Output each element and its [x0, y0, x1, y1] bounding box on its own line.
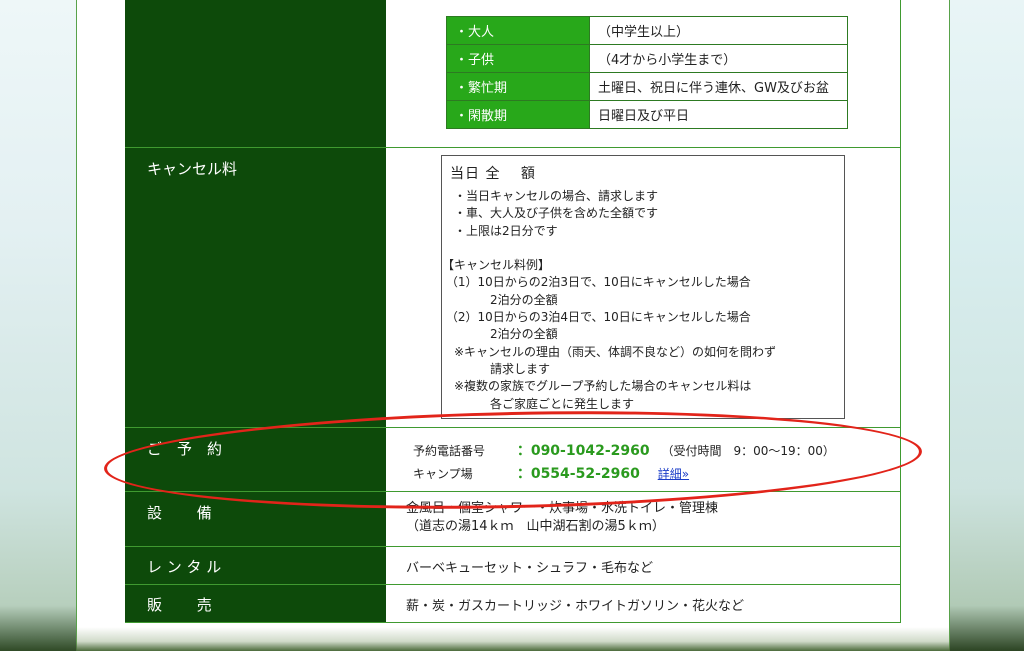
cancel-line	[442, 240, 844, 257]
cancel-line: 2泊分の全額	[442, 292, 558, 307]
cancel-line: 2泊分の全額	[442, 327, 558, 342]
cancel-line: ・当日キャンセルの場合、請求します	[442, 189, 659, 203]
facilities-label-text: 設 備	[147, 504, 212, 522]
sales-content: 薪・炭・ガスカートリッジ・ホワイトガソリン・花火など	[386, 585, 901, 622]
rate-value: （4才から小学生まで）	[589, 44, 848, 73]
sales-row: 販 売 薪・炭・ガスカートリッジ・ホワイトガソリン・花火など	[125, 585, 901, 623]
cancel-line: （1）10日からの2泊3日で、10日にキャンセルした場合	[442, 275, 751, 290]
rate-key: ・大人	[446, 16, 590, 45]
table-row: ・子供 （4才から小学生まで）	[446, 44, 848, 73]
rates-row-label	[125, 0, 386, 147]
cancel-line: ※複数の家族でグループ予約した場合のキャンセル料は	[442, 379, 752, 394]
camp-phone-number[interactable]: ：0554-52-2960	[517, 466, 640, 482]
facilities-line: 金風呂・個室シャワー・炊事場・水洗トイレ・管理棟	[406, 501, 719, 516]
grass-footer-image	[76, 627, 950, 651]
reservation-label-text: ご 予 約	[147, 440, 223, 458]
reservation-phone-line: 予約電話番号 ：090-1042-2960 （受付時間 9：00〜19：00）	[413, 440, 835, 460]
rate-value: 日曜日及び平日	[589, 100, 848, 129]
cancel-label-text: キャンセル料	[147, 160, 238, 178]
detail-link[interactable]: 詳細»	[658, 467, 689, 481]
cancel-line: ・車、大人及び子供を含めた全額です	[442, 206, 659, 221]
cancel-line: ※キャンセルの理由（雨天、体調不良など）の如何を問わず	[442, 344, 777, 359]
table-row: ・大人 （中学生以上）	[446, 16, 848, 45]
rate-value: （中学生以上）	[589, 16, 848, 45]
background-left	[0, 0, 76, 651]
facilities-label: 設 備	[125, 492, 386, 546]
rental-label-text: レ ン タ ル	[147, 558, 222, 576]
reservation-phone-number[interactable]: ：090-1042-2960	[517, 443, 650, 459]
cancel-line: 【キャンセル料例】	[442, 258, 551, 273]
rate-key: ・閑散期	[446, 100, 590, 129]
cancel-lines: ・当日キャンセルの場合、請求します ・車、大人及び子供を含めた全額です ・上限は…	[442, 188, 844, 413]
cancel-line: 請求します	[442, 361, 551, 376]
rental-label: レ ン タ ル	[125, 547, 386, 584]
phone-hours: （受付時間 9：00〜19：00）	[661, 444, 835, 458]
reservation-camp-line: キャンプ場 ：0554-52-2960 詳細»	[413, 463, 689, 483]
rate-key: ・子供	[446, 44, 590, 73]
rate-key: ・繁忙期	[446, 72, 590, 101]
rental-row: レ ン タ ル バーベキューセット・シュラフ・毛布など	[125, 547, 901, 585]
background-right	[950, 0, 1024, 651]
facilities-content: 金風呂・個室シャワー・炊事場・水洗トイレ・管理棟 （道志の湯14ｋｍ 山中湖石割…	[386, 492, 901, 546]
reservation-label: ご 予 約	[125, 428, 386, 491]
camp-label: キャンプ場	[413, 467, 473, 481]
phone-label: 予約電話番号	[413, 444, 486, 458]
table-row: ・繁忙期 土曜日、祝日に伴う連休、GW及びお盆	[446, 72, 848, 101]
cancel-line: 各ご家庭ごとに発生します	[442, 396, 635, 411]
facilities-line: （道志の湯14ｋｍ 山中湖石割の湯5ｋｍ）	[406, 519, 665, 534]
cancel-title: 当日 全 額	[450, 166, 536, 182]
cancel-line: ・上限は2日分です	[442, 223, 558, 238]
cancel-label: キャンセル料	[125, 148, 386, 427]
table-row: ・閑散期 日曜日及び平日	[446, 100, 848, 129]
rental-text: バーベキューセット・シュラフ・毛布など	[406, 561, 654, 576]
sales-label-text: 販 売	[147, 596, 212, 614]
facilities-row: 設 備 金風呂・個室シャワー・炊事場・水洗トイレ・管理棟 （道志の湯14ｋｍ 山…	[125, 492, 901, 547]
cancel-line: （2）10日からの3泊4日で、10日にキャンセルした場合	[442, 310, 751, 325]
rental-content: バーベキューセット・シュラフ・毛布など	[386, 547, 901, 584]
rate-value: 土曜日、祝日に伴う連休、GW及びお盆	[589, 72, 848, 101]
cancel-policy-box: 当日 全 額 ・当日キャンセルの場合、請求します ・車、大人及び子供を含めた全額…	[441, 155, 845, 419]
sales-text: 薪・炭・ガスカートリッジ・ホワイトガソリン・花火など	[406, 599, 745, 614]
rate-table: ・大人 （中学生以上） ・子供 （4才から小学生まで） ・繁忙期 土曜日、祝日に…	[446, 16, 848, 129]
sales-label: 販 売	[125, 585, 386, 622]
